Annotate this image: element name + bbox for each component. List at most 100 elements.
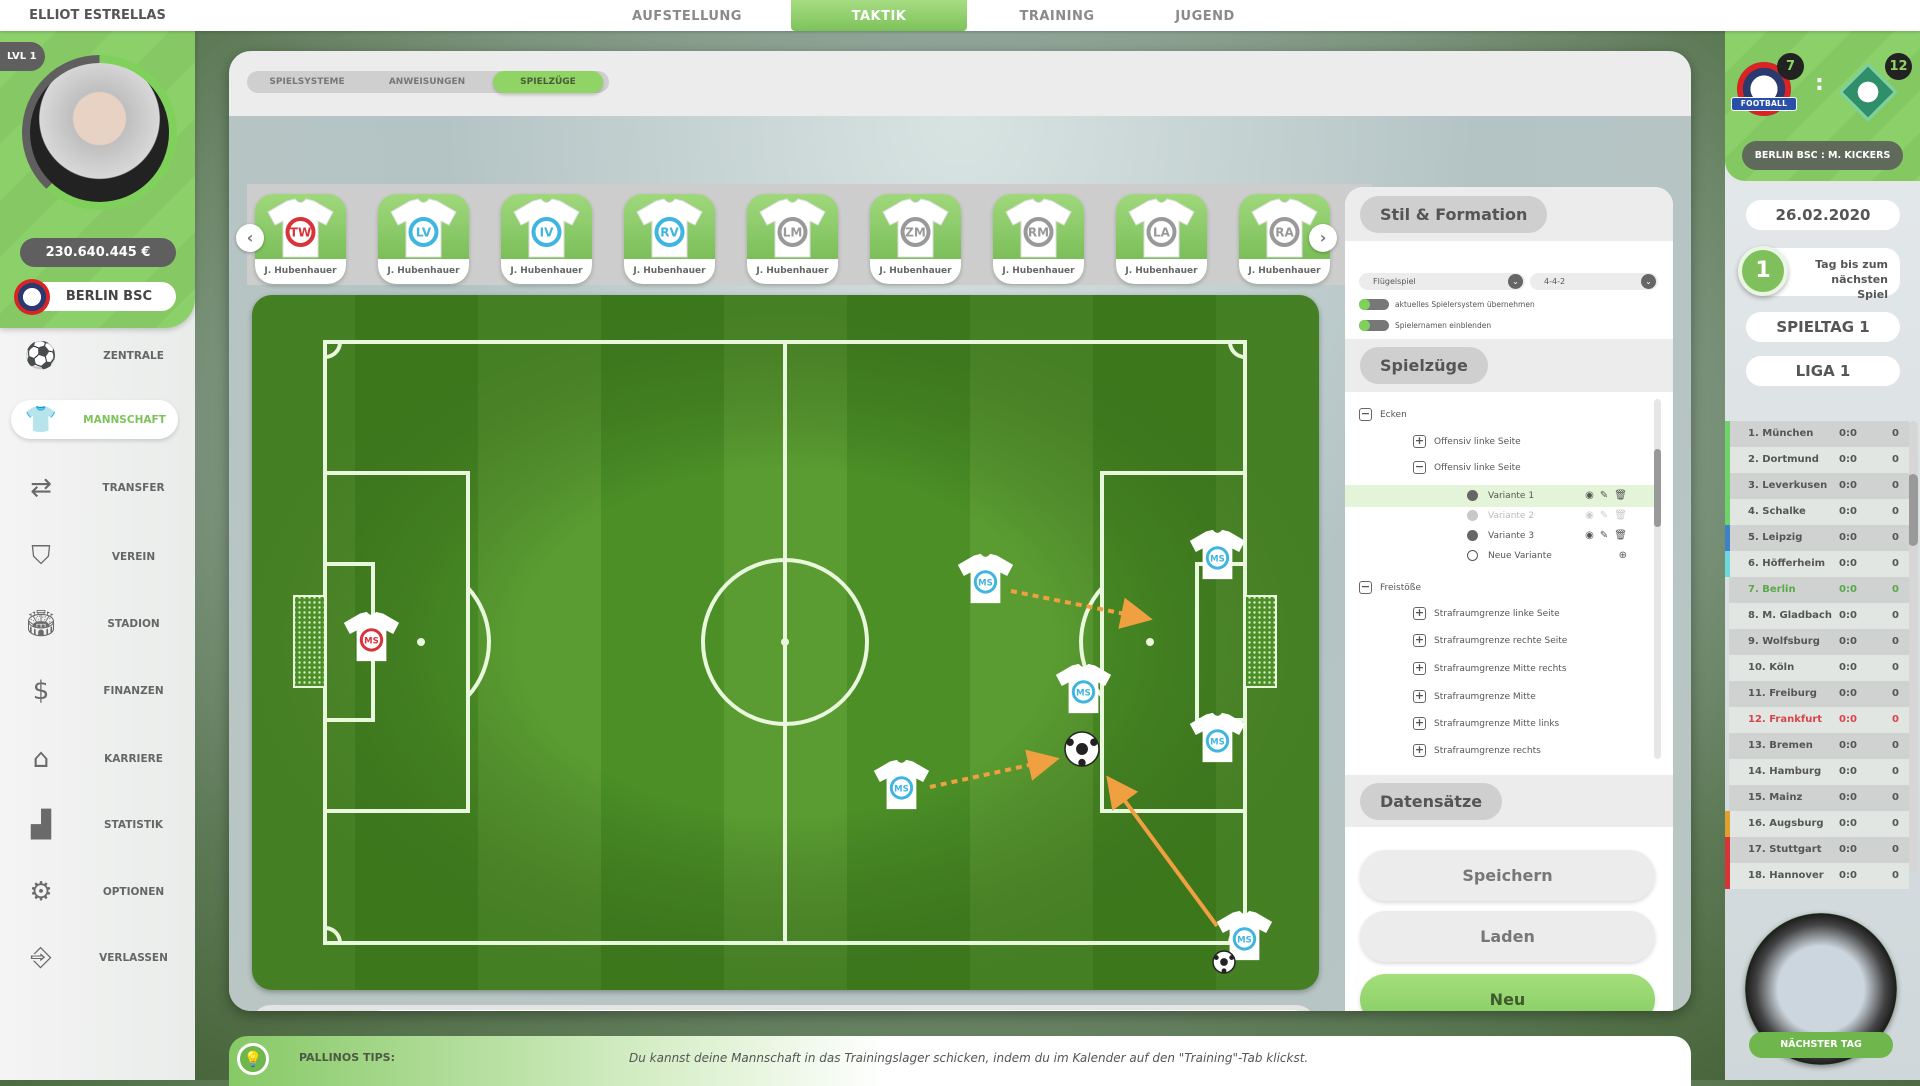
- expand-icon[interactable]: +: [1413, 744, 1426, 757]
- sidebar-item-zentrale[interactable]: ⚽ ZENTRALE: [11, 336, 178, 375]
- tree-item[interactable]: + Strafraumgrenze Mitte links: [1345, 713, 1655, 735]
- add-icon[interactable]: ⊕: [1619, 545, 1633, 567]
- sidebar-item-verein[interactable]: ⛉ VEREIN: [11, 537, 178, 576]
- table-row[interactable]: 12. Frankfurt 0:0 0: [1729, 707, 1909, 733]
- sidebar-item-label: VEREIN: [111, 550, 156, 563]
- toggle-show-names[interactable]: [1359, 320, 1389, 331]
- table-row[interactable]: 16. Augsburg 0:0 0: [1725, 811, 1909, 837]
- ball-icon[interactable]: [1212, 950, 1236, 974]
- table-row[interactable]: 8. M. Gladbach 0:0 0: [1729, 603, 1909, 629]
- pencil-icon[interactable]: ✎: [1600, 490, 1614, 501]
- expand-icon[interactable]: +: [1413, 717, 1426, 730]
- sidebar-item-verlassen[interactable]: ⎆ VERLASSEN: [11, 938, 178, 977]
- style-dropdown[interactable]: Flügelspiel ⌄: [1359, 273, 1525, 290]
- tree-scrollbar[interactable]: [1654, 399, 1661, 759]
- variant-item[interactable]: Variante 2 ◉✎🗑: [1345, 505, 1655, 527]
- sidebar-item-optionen[interactable]: ⚙ OPTIONEN: [11, 872, 178, 911]
- table-scrollbar[interactable]: [1908, 421, 1918, 873]
- table-row[interactable]: 1. München 0:0 0: [1725, 421, 1909, 447]
- table-row[interactable]: 18. Hannover 0:0 0: [1725, 863, 1909, 889]
- eye-icon[interactable]: ◉: [1585, 510, 1600, 521]
- sidebar-item-statistik[interactable]: ▟ STATISTIK: [11, 805, 178, 844]
- table-row[interactable]: 15. Mainz 0:0 0: [1729, 785, 1909, 811]
- tree-item[interactable]: + Strafraumgrenze linke Seite: [1345, 603, 1655, 625]
- player-card-iv[interactable]: IV J. Hubenhauer: [501, 194, 592, 284]
- tab-taktik[interactable]: TAKTIK: [791, 0, 967, 31]
- tree-item[interactable]: + Strafraumgrenze Mitte: [1345, 686, 1655, 708]
- subtab-anweisungen[interactable]: ANWEISUNGEN: [367, 71, 487, 93]
- table-row[interactable]: 3. Leverkusen 0:0 0: [1725, 473, 1909, 499]
- collapse-icon[interactable]: −: [1359, 408, 1372, 421]
- pencil-icon[interactable]: ✎: [1600, 510, 1614, 521]
- eye-icon[interactable]: ◉: [1585, 530, 1600, 541]
- tab-training[interactable]: TRAINING: [990, 0, 1124, 31]
- sidebar-item-mannschaft[interactable]: 👕 MANNSCHAFT: [11, 400, 178, 439]
- tree-item[interactable]: + Strafraumgrenze rechts: [1345, 740, 1655, 762]
- next-day-button[interactable]: NÄCHSTER TAG: [1749, 1032, 1893, 1058]
- expand-icon[interactable]: +: [1413, 662, 1426, 675]
- ball-icon[interactable]: [1064, 731, 1100, 767]
- collapse-icon[interactable]: −: [1359, 581, 1372, 594]
- table-row[interactable]: 13. Bremen 0:0 0: [1729, 733, 1909, 759]
- table-row[interactable]: 4. Schalke 0:0 0: [1725, 499, 1909, 525]
- sidebar-item-stadion[interactable]: 🏟 STADION: [11, 604, 178, 643]
- player-card-lv[interactable]: LV J. Hubenhauer: [378, 194, 469, 284]
- tree-item[interactable]: + Offensiv linke Seite: [1345, 431, 1655, 453]
- sidebar-item-finanzen[interactable]: $ FINANZEN: [11, 671, 178, 710]
- table-row[interactable]: 2. Dortmund 0:0 0: [1725, 447, 1909, 473]
- table-row[interactable]: 5. Leipzig 0:0 0: [1725, 525, 1909, 551]
- variant-item[interactable]: Variante 1 ◉✎🗑: [1345, 485, 1655, 507]
- new-button[interactable]: Neu: [1360, 974, 1655, 1011]
- timeline-track[interactable]: [368, 1010, 1308, 1011]
- tab-jugend[interactable]: JUGEND: [1138, 0, 1272, 31]
- table-row[interactable]: 7. Berlin 0:0 0: [1729, 577, 1909, 603]
- tree-item[interactable]: + Strafraumgrenze Mitte rechts: [1345, 658, 1655, 680]
- variant-item[interactable]: Variante 3 ◉✎🗑: [1345, 525, 1655, 547]
- subtab-spielsysteme[interactable]: SPIELSYSTEME: [247, 71, 367, 93]
- expand-icon[interactable]: +: [1413, 634, 1426, 647]
- table-row[interactable]: 6. Höfferheim 0:0 0: [1725, 551, 1909, 577]
- player-card-la[interactable]: LA J. Hubenhauer: [1116, 194, 1207, 284]
- cards-next-button[interactable]: ›: [1309, 224, 1337, 252]
- expand-icon[interactable]: +: [1413, 607, 1426, 620]
- player-card-lm[interactable]: LM J. Hubenhauer: [747, 194, 838, 284]
- save-button[interactable]: Speichern: [1360, 850, 1655, 901]
- player-card-tw[interactable]: TW J. Hubenhauer: [255, 194, 346, 284]
- table-row[interactable]: 14. Hamburg 0:0 0: [1729, 759, 1909, 785]
- player-card-zm[interactable]: ZM J. Hubenhauer: [870, 194, 961, 284]
- player-label: MS: [364, 636, 379, 646]
- tree-item[interactable]: + Strafraumgrenze rechte Seite: [1345, 630, 1655, 652]
- pencil-icon[interactable]: ✎: [1600, 530, 1614, 541]
- trash-icon[interactable]: 🗑: [1614, 490, 1633, 501]
- load-button[interactable]: Laden: [1360, 911, 1655, 962]
- sidebar-item-karriere[interactable]: ⌂ KARRIERE: [11, 739, 178, 778]
- tab-aufstellung[interactable]: AUFSTELLUNG: [620, 0, 754, 31]
- expand-icon[interactable]: +: [1413, 690, 1426, 703]
- table-row[interactable]: 17. Stuttgart 0:0 0: [1725, 837, 1909, 863]
- toggle-adopt-system[interactable]: [1359, 299, 1389, 310]
- pitch[interactable]: MS MS MS MS MS MS MS: [252, 295, 1319, 990]
- trash-icon[interactable]: 🗑: [1614, 510, 1633, 521]
- subtab-spielzuege[interactable]: SPIELZÜGE: [493, 71, 603, 93]
- avatar[interactable]: [30, 63, 169, 202]
- variant-item[interactable]: Neue Variante ⊕: [1345, 545, 1655, 567]
- table-row[interactable]: 10. Köln 0:0 0: [1729, 655, 1909, 681]
- cards-prev-button[interactable]: ‹: [236, 224, 264, 252]
- jersey-icon: LV: [390, 198, 457, 258]
- expand-icon[interactable]: +: [1413, 435, 1426, 448]
- formation-dropdown[interactable]: 4-4-2 ⌄: [1530, 273, 1658, 290]
- playback-timeline: ⏮ ▶ ⏭: [251, 1005, 1316, 1011]
- table-row[interactable]: 9. Wolfsburg 0:0 0: [1729, 629, 1909, 655]
- collapse-icon[interactable]: −: [1413, 461, 1426, 474]
- tree-item[interactable]: − Offensiv linke Seite: [1345, 457, 1655, 479]
- player-card-rv[interactable]: RV J. Hubenhauer: [624, 194, 715, 284]
- table-row[interactable]: 11. Freiburg 0:0 0: [1729, 681, 1909, 707]
- tree-item-label: Neue Variante: [1488, 551, 1552, 561]
- tree-item[interactable]: − Ecken: [1345, 404, 1655, 426]
- eye-icon[interactable]: ◉: [1585, 490, 1600, 501]
- sidebar-item-transfer[interactable]: ⇄ TRANSFER: [11, 468, 178, 507]
- trash-icon[interactable]: 🗑: [1614, 530, 1633, 541]
- player-card-rm[interactable]: RM J. Hubenhauer: [993, 194, 1084, 284]
- next-match-card[interactable]: FOOTBALL 7 : 12 BERLIN BSC : M. KICKERS: [1725, 31, 1920, 181]
- tree-item[interactable]: − Freistöße: [1345, 577, 1655, 599]
